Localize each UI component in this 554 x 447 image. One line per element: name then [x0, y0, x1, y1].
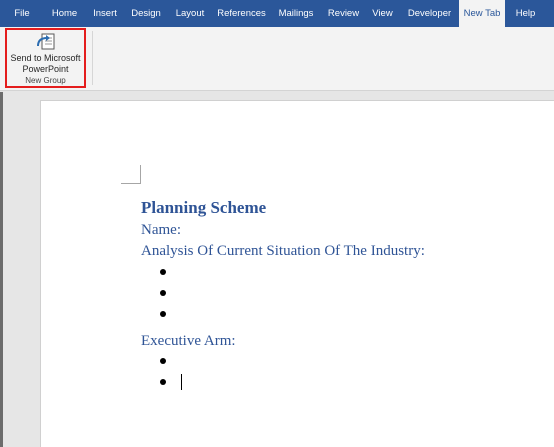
document-title[interactable]: Planning Scheme — [141, 198, 266, 218]
ribbon-group-divider — [92, 31, 93, 85]
new-group-highlight: Send to Microsoft PowerPoint New Group — [5, 28, 86, 88]
tab-home[interactable]: Home — [44, 0, 85, 27]
margin-corner-mark-vertical — [140, 165, 141, 184]
bullet-point[interactable] — [160, 358, 166, 364]
tab-new-tab[interactable]: New Tab — [459, 0, 505, 27]
bullet-point[interactable] — [160, 311, 166, 317]
tab-file[interactable]: File — [0, 0, 44, 27]
send-button-label-line1: Send to Microsoft — [10, 53, 81, 63]
send-button-label-line2: PowerPoint — [22, 64, 69, 74]
executive-arm-heading[interactable]: Executive Arm: — [141, 332, 236, 351]
bullet-point[interactable] — [160, 269, 166, 275]
tab-developer[interactable]: Developer — [400, 0, 459, 27]
tab-design[interactable]: Design — [125, 0, 167, 27]
send-to-powerpoint-button[interactable]: Send to Microsoft PowerPoint — [9, 32, 82, 76]
document-page[interactable] — [40, 100, 554, 447]
bullet-point[interactable] — [160, 379, 166, 385]
ribbon-tab-bar: File Home Insert Design Layout Reference… — [0, 0, 554, 27]
name-line[interactable]: Name: — [141, 221, 181, 240]
send-to-powerpoint-icon — [37, 33, 55, 50]
group-label-new-group: New Group — [25, 76, 66, 85]
margin-corner-mark — [121, 183, 140, 184]
bullet-point[interactable] — [160, 290, 166, 296]
tab-layout[interactable]: Layout — [167, 0, 213, 27]
tab-references[interactable]: References — [213, 0, 270, 27]
tab-review[interactable]: Review — [322, 0, 365, 27]
tab-insert[interactable]: Insert — [85, 0, 125, 27]
tab-help[interactable]: Help — [505, 0, 546, 27]
text-cursor — [181, 374, 182, 390]
tab-view[interactable]: View — [365, 0, 400, 27]
window-left-edge — [0, 92, 3, 447]
tab-mailings[interactable]: Mailings — [270, 0, 322, 27]
analysis-heading[interactable]: Analysis Of Current Situation Of The Ind… — [141, 242, 425, 261]
ribbon-panel: Send to Microsoft PowerPoint New Group — [0, 27, 554, 91]
